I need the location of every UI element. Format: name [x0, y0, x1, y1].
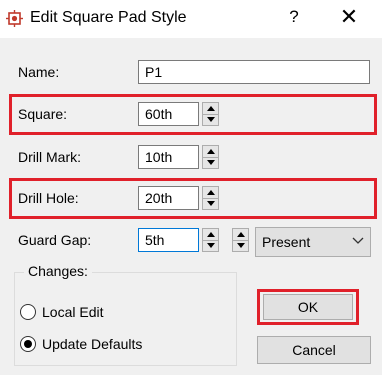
guard-gap-spinner[interactable] — [202, 228, 219, 252]
triangle-up-icon — [237, 232, 245, 237]
triangle-down-icon — [207, 160, 215, 165]
help-button[interactable]: ? — [282, 7, 306, 27]
pad-icon — [6, 10, 23, 27]
drill-hole-spinner[interactable] — [202, 186, 219, 210]
drill-mark-label: Drill Mark: — [18, 149, 81, 165]
local-edit-radio[interactable] — [20, 304, 36, 320]
name-input[interactable]: P1 — [138, 60, 370, 84]
drill-hole-spin-down[interactable] — [203, 198, 218, 209]
square-input[interactable]: 60th — [138, 102, 199, 126]
triangle-down-icon — [237, 243, 245, 248]
changes-group-title: Changes: — [24, 263, 92, 279]
update-defaults-radio[interactable] — [20, 336, 36, 352]
guard-extra-spinner[interactable] — [232, 228, 249, 252]
square-label: Square: — [18, 106, 68, 122]
square-spinner[interactable] — [202, 102, 219, 126]
guard-gap-label: Guard Gap: — [18, 232, 92, 248]
edit-pad-dialog: Edit Square Pad Style ? ✕ Name: P1 Squar… — [0, 0, 382, 375]
local-edit-label[interactable]: Local Edit — [42, 304, 103, 320]
triangle-down-icon — [207, 117, 215, 122]
drill-hole-input[interactable]: 20th — [138, 186, 199, 210]
guard-gap-spin-down[interactable] — [203, 240, 218, 251]
ok-button[interactable]: OK — [263, 294, 353, 320]
triangle-up-icon — [207, 232, 215, 237]
title-bar: Edit Square Pad Style ? ✕ — [0, 0, 382, 38]
guard-gap-input[interactable]: 5th — [138, 228, 199, 252]
chevron-down-icon — [352, 237, 364, 244]
drill-hole-label: Drill Hole: — [18, 190, 79, 206]
drill-mark-spinner[interactable] — [202, 145, 219, 169]
guard-mode-select[interactable]: Present — [255, 227, 371, 257]
triangle-down-icon — [207, 201, 215, 206]
radio-selected-dot — [24, 340, 32, 348]
guard-mode-value: Present — [262, 234, 311, 250]
name-label: Name: — [18, 64, 60, 80]
triangle-down-icon — [207, 243, 215, 248]
triangle-up-icon — [207, 190, 215, 195]
cancel-button[interactable]: Cancel — [257, 336, 371, 364]
guard-extra-spin-down[interactable] — [233, 240, 248, 251]
window-title: Edit Square Pad Style — [30, 9, 187, 26]
drill-mark-spin-down[interactable] — [203, 157, 218, 168]
close-button[interactable]: ✕ — [334, 4, 364, 30]
update-defaults-label[interactable]: Update Defaults — [42, 336, 142, 352]
triangle-up-icon — [207, 149, 215, 154]
square-spin-down[interactable] — [203, 114, 218, 125]
triangle-up-icon — [207, 106, 215, 111]
drill-mark-input[interactable]: 10th — [138, 145, 199, 169]
